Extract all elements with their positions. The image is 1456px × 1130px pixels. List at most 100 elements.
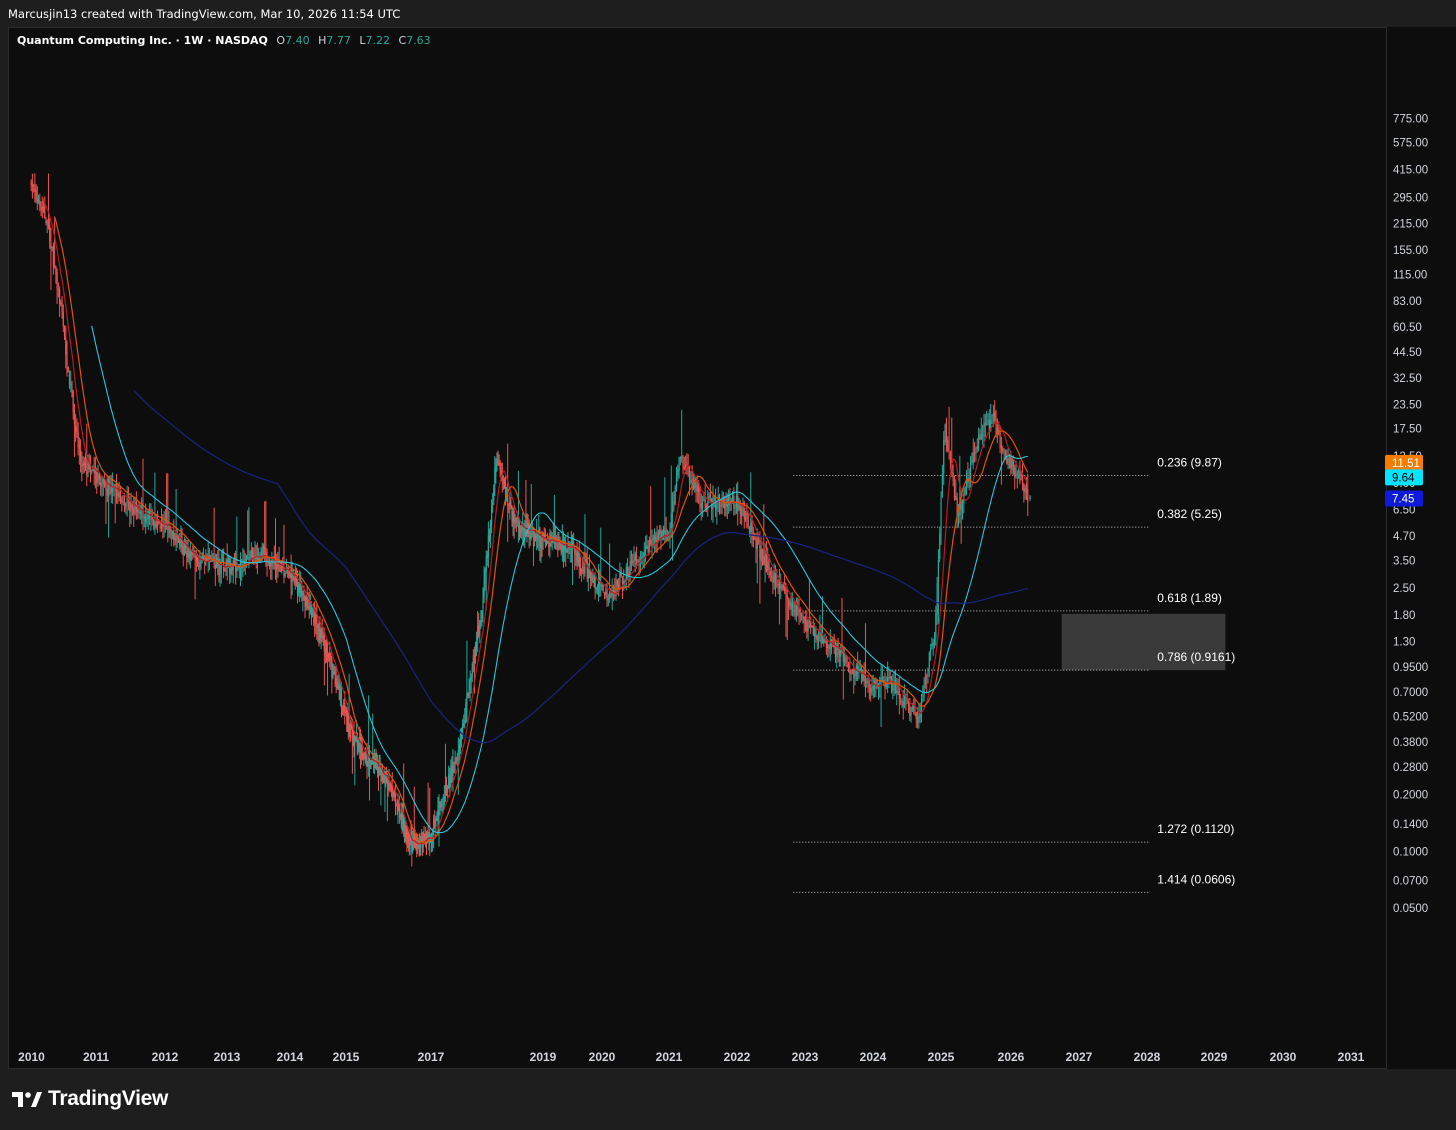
candle-body: [139, 511, 141, 514]
candle-body: [957, 515, 960, 517]
candle-body: [864, 679, 867, 683]
candle-body: [482, 599, 484, 610]
candle-body: [795, 605, 797, 616]
candle-body: [1025, 487, 1028, 491]
candle-body: [681, 456, 683, 458]
candle-body: [98, 474, 100, 481]
candle-body: [924, 676, 927, 685]
candle-body: [297, 584, 300, 592]
candle-body: [1020, 479, 1022, 481]
candle-body: [47, 219, 50, 226]
candle-body: [863, 671, 865, 681]
candle-body: [1024, 488, 1026, 493]
candle-body: [451, 765, 453, 776]
candle-body: [834, 650, 837, 658]
candle-body: [650, 538, 652, 545]
candle-body: [66, 352, 68, 366]
candle-body: [976, 446, 978, 448]
candle-body: [761, 550, 764, 556]
candle-body: [173, 531, 175, 540]
candle-body: [200, 561, 202, 564]
candle-body: [183, 542, 186, 556]
candle-body: [433, 819, 435, 837]
candle-body: [440, 801, 442, 808]
candle-body: [787, 600, 790, 608]
candle-body: [961, 501, 964, 512]
candle-body: [652, 537, 654, 539]
candle-body: [1027, 489, 1029, 503]
candle-body: [888, 676, 890, 678]
candle-body: [519, 528, 522, 533]
candle-body: [937, 560, 940, 582]
x-tick-label: 2011: [83, 1050, 109, 1064]
candle-body: [485, 556, 487, 572]
candle-body: [514, 518, 516, 523]
candle-body: [591, 575, 593, 581]
candle-body: [72, 390, 74, 412]
candle-body: [623, 581, 625, 584]
fib-level-label: 0.382 (5.25): [1157, 507, 1222, 521]
y-tick-label: 32.50: [1393, 373, 1422, 385]
candle-body: [318, 629, 320, 632]
candle-body: [909, 705, 911, 716]
candle-body: [964, 486, 966, 494]
candle-body: [249, 556, 251, 558]
candle-body: [35, 189, 37, 198]
candle-body: [872, 685, 874, 690]
candle-body: [971, 460, 973, 463]
candle-body: [494, 468, 496, 486]
candle-body: [972, 451, 974, 463]
candle-body: [754, 538, 756, 540]
symbol-legend[interactable]: Quantum Computing Inc. · 1W · NASDAQ O7.…: [17, 34, 431, 47]
candle-body: [982, 434, 984, 436]
candle-body: [896, 691, 898, 693]
candle-body: [176, 535, 178, 538]
candle-body: [262, 546, 265, 549]
candle-body: [945, 422, 948, 442]
candle-body: [245, 555, 248, 558]
candle-body: [89, 468, 92, 470]
candle-body: [748, 529, 751, 533]
candle-body: [845, 655, 847, 664]
candle-body: [270, 563, 272, 567]
x-tick-label: 2026: [998, 1050, 1025, 1064]
candle-body: [1008, 458, 1011, 460]
y-tick-label: 0.9500: [1393, 662, 1428, 674]
x-tick-label: 2031: [1338, 1050, 1365, 1064]
candle-body: [50, 242, 52, 249]
y-tick-label: 1.80: [1393, 610, 1415, 622]
candle-body: [442, 803, 444, 805]
candle-body: [764, 555, 766, 567]
price-chart[interactable]: 2010 2011 2012 2013 2014 2015 2017 2019 2020 2021…: [0, 0, 1456, 1130]
candle-body: [57, 289, 59, 291]
candle-body: [930, 647, 932, 653]
y-tick-label: 3.50: [1393, 555, 1415, 567]
candle-body: [724, 503, 726, 509]
candle-body: [456, 756, 458, 761]
candle-body: [341, 707, 344, 711]
candle-body: [179, 540, 181, 548]
candle-body: [694, 482, 696, 488]
candle-body: [167, 527, 169, 529]
candle-body: [52, 245, 55, 267]
candle-body: [133, 507, 135, 514]
tradingview-brand[interactable]: TradingView: [12, 1087, 168, 1111]
candle-body: [771, 575, 773, 578]
candle-body: [522, 526, 524, 530]
candle-body: [227, 558, 230, 566]
candle-body: [701, 502, 704, 507]
candle-body: [296, 582, 299, 594]
candle-body: [332, 671, 334, 678]
candle-body: [437, 810, 439, 819]
candle-body: [859, 668, 861, 671]
candle-body: [101, 485, 103, 487]
candle-body: [983, 423, 985, 437]
candle-body: [34, 188, 36, 192]
candle-body: [335, 677, 337, 684]
candle-body: [465, 702, 467, 721]
candle-body: [309, 607, 311, 610]
candle-body: [737, 495, 739, 512]
candle-body: [621, 578, 624, 584]
candle-body: [941, 473, 943, 497]
candle-body: [760, 548, 762, 562]
